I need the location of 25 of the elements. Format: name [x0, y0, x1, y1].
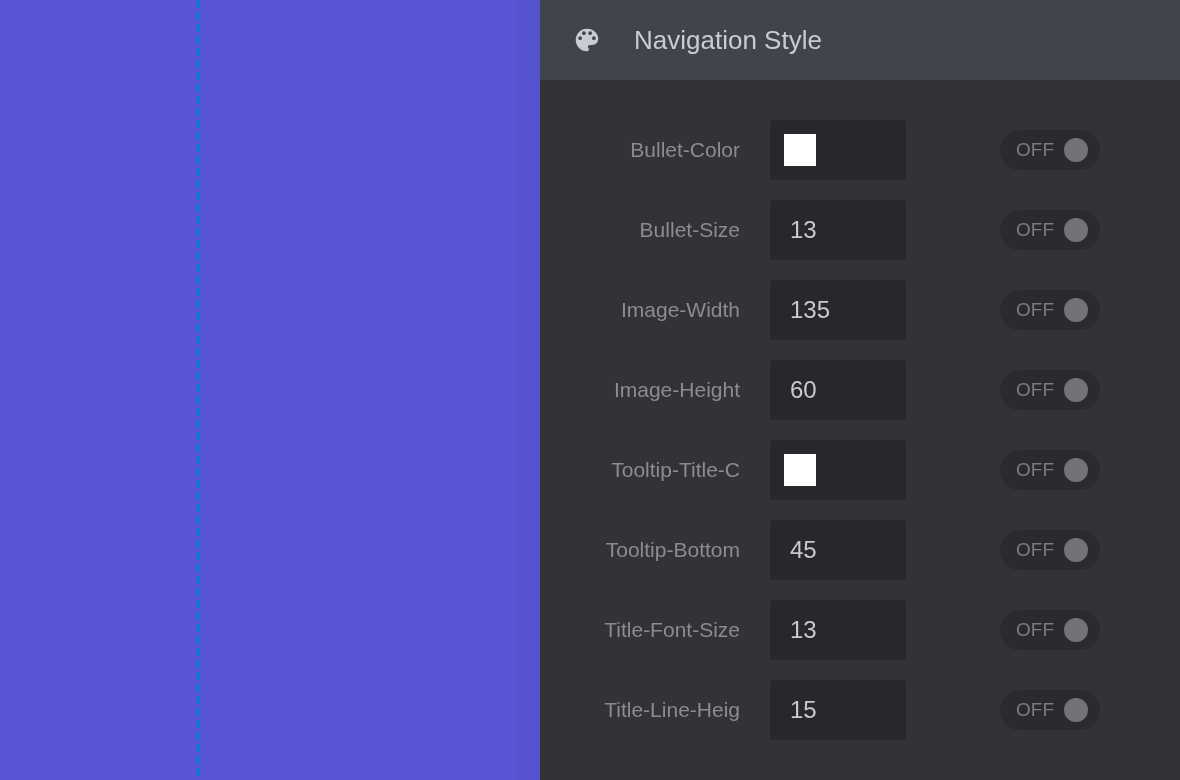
number-field[interactable]: 135 — [770, 280, 906, 340]
toggle-switch[interactable]: OFF — [1000, 210, 1100, 250]
toggle-switch[interactable]: OFF — [1000, 290, 1100, 330]
number-field[interactable]: 15 — [770, 680, 906, 740]
color-picker[interactable] — [770, 120, 906, 180]
toggle-switch[interactable]: OFF — [1000, 450, 1100, 490]
color-picker[interactable] — [770, 440, 906, 500]
number-field[interactable]: 45 — [770, 520, 906, 580]
toggle-switch[interactable]: OFF — [1000, 370, 1100, 410]
toggle-switch[interactable]: OFF — [1000, 690, 1100, 730]
toggle-switch[interactable]: OFF — [1000, 130, 1100, 170]
field-label: Image-Width — [619, 298, 740, 322]
panel-title: Navigation Style — [634, 24, 822, 56]
field-label: Tooltip-Title-C — [610, 458, 740, 482]
field-label: Title-Line-Heig — [603, 698, 740, 722]
field-label: Image-Height — [612, 378, 740, 402]
field-label: Title-Font-Size — [603, 618, 740, 642]
number-field[interactable]: 13 — [770, 600, 906, 660]
field-label: Tooltip-Bottom — [604, 538, 740, 562]
field-label: Bullet-Color — [629, 138, 740, 162]
number-field[interactable]: 13 — [770, 200, 906, 260]
number-field[interactable]: 60 — [770, 360, 906, 420]
toggle-switch[interactable]: OFF — [1000, 530, 1100, 570]
toggle-switch[interactable]: OFF — [1000, 610, 1100, 650]
field-label: Bullet-Size — [638, 218, 740, 242]
